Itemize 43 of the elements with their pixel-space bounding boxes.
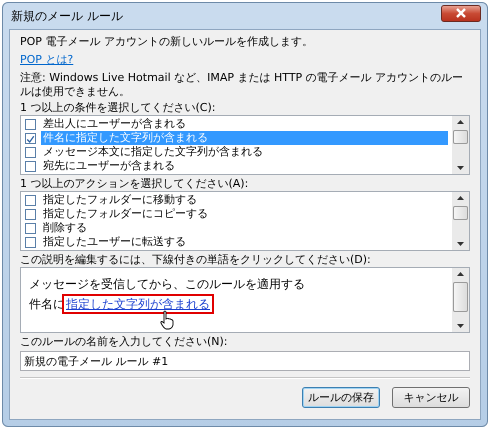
close-button[interactable] <box>441 4 481 22</box>
description-text: メッセージを受信してから、このルールを適用する <box>29 276 306 293</box>
scrollbar[interactable] <box>452 192 469 250</box>
checkbox[interactable] <box>25 194 36 206</box>
scrollbar[interactable] <box>452 116 469 174</box>
scroll-down-icon[interactable] <box>457 242 464 246</box>
list-item[interactable]: 指定したフォルダーにコピーする <box>41 207 448 221</box>
checkbox[interactable] <box>25 118 36 130</box>
close-icon <box>455 8 467 18</box>
checkbox[interactable] <box>25 146 36 158</box>
dialog-button[interactable]: ルールの保存 <box>302 387 380 408</box>
field-label: このルールの名前を入力してください(N): <box>20 335 229 349</box>
list-label: 1 つ以上のアクションを選択してください(A): <box>20 177 250 191</box>
description-label: この説明を編集するには、下線付きの単語をクリックしてください(D): <box>20 253 372 267</box>
checkbox[interactable] <box>25 132 36 144</box>
note-text: 注意: Windows Live Hotmail など、IMAP または HTTP の電子メール アカウントのルールは使用できません。 <box>20 71 464 99</box>
scroll-up-icon[interactable] <box>457 272 464 276</box>
list-item[interactable]: 差出人にユーザーが含まれる <box>41 117 448 131</box>
checkbox[interactable] <box>25 208 36 220</box>
scroll-up-icon[interactable] <box>457 120 464 124</box>
scroll-thumb[interactable] <box>453 282 468 312</box>
help-link[interactable]: POP とは? <box>20 52 74 67</box>
dialog-button[interactable]: キャンセル <box>392 387 470 408</box>
list-item[interactable]: 指定したフォルダーに移動する <box>41 193 448 207</box>
hand-cursor-icon <box>159 310 175 330</box>
scrollbar[interactable] <box>452 268 469 332</box>
list-item[interactable]: メッセージ本文に指定した文字列が含まれる <box>41 145 448 159</box>
condition-link[interactable]: 指定した文字列が含まれる <box>65 297 211 311</box>
list-item[interactable]: 指定したユーザーに転送する <box>41 235 448 249</box>
list-label: 1 つ以上の条件を選択してください(C): <box>20 101 216 115</box>
checkbox[interactable] <box>25 222 36 234</box>
intro-text: POP 電子メール アカウントの新しいルールを作成します。 <box>20 34 314 49</box>
checkbox[interactable] <box>25 160 36 172</box>
scroll-thumb[interactable] <box>453 206 468 220</box>
scroll-down-icon[interactable] <box>457 324 464 328</box>
scroll-up-icon[interactable] <box>457 196 464 200</box>
scroll-down-icon[interactable] <box>457 166 464 170</box>
list-item[interactable]: 宛先にユーザーが含まれる <box>41 159 448 173</box>
checkbox[interactable] <box>25 236 36 248</box>
list-item[interactable]: 削除する <box>41 221 448 235</box>
window-title: 新規のメール ルール <box>10 8 123 24</box>
scroll-thumb[interactable] <box>453 130 468 144</box>
rule-name-field[interactable]: 新規の電子メール ルール #1 <box>20 351 470 371</box>
